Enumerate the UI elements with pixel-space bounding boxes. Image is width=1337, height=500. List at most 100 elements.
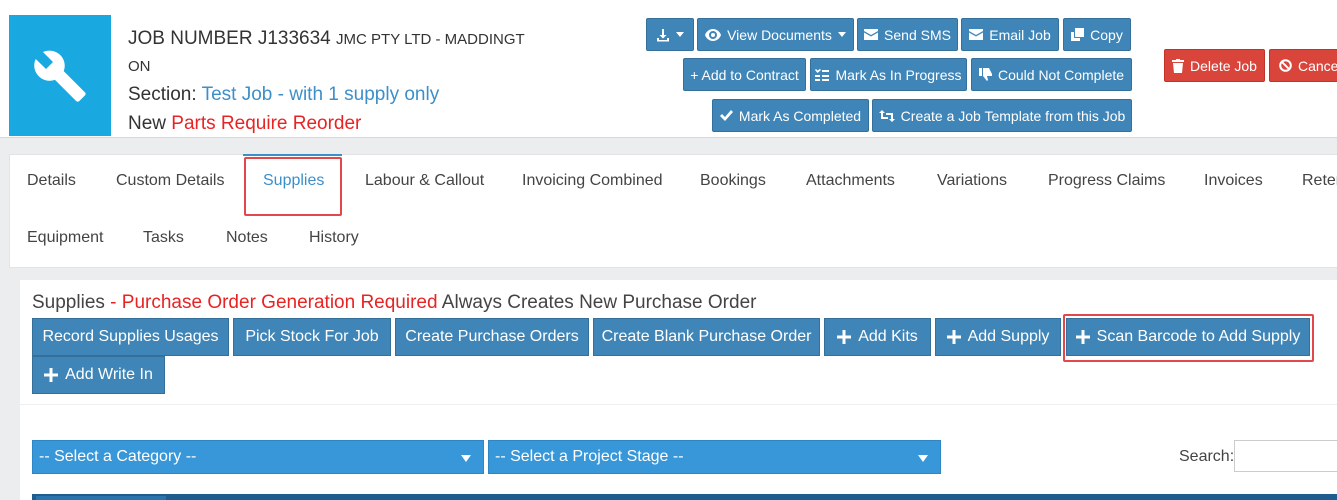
view-documents-label: View Documents	[727, 26, 832, 43]
tab-custom-details[interactable]: Custom Details	[116, 172, 224, 190]
job-header: JOB NUMBER J133634 JMC PTY LTD - MADDING…	[0, 0, 1337, 138]
project-stage-select[interactable]: -- Select a Project Stage --	[488, 440, 941, 474]
tab-supplies[interactable]: Supplies	[263, 172, 324, 190]
caret-down-icon	[676, 32, 684, 37]
job-company: JMC PTY LTD - MADDINGT	[336, 31, 525, 48]
supplies-table-header	[32, 494, 1337, 500]
delete-job-label: Delete Job	[1190, 57, 1257, 74]
status-value: Parts Require Reorder	[171, 113, 362, 134]
job-section: Section: Test Job - with 1 supply only	[128, 80, 548, 109]
section-link[interactable]: Test Job - with 1 supply only	[202, 84, 440, 105]
tab-retentions[interactable]: Reten	[1302, 172, 1337, 190]
send-sms-button[interactable]: Send SMS	[857, 18, 958, 51]
tab-history[interactable]: History	[309, 229, 359, 247]
tab-attachments[interactable]: Attachments	[806, 172, 895, 190]
search-label: Search:	[1179, 448, 1235, 465]
create-pos-label: Create Purchase Orders	[405, 328, 579, 345]
table-header-cell	[36, 496, 166, 500]
tab-invoices[interactable]: Invoices	[1204, 172, 1263, 190]
record-usages-label: Record Supplies Usages	[42, 328, 219, 345]
retweet-icon	[878, 109, 895, 122]
caret-down-icon	[837, 32, 846, 37]
list-check-icon	[815, 68, 830, 81]
section-label: Section:	[128, 84, 197, 105]
envelope-icon	[969, 29, 984, 40]
tab-tasks[interactable]: Tasks	[143, 229, 184, 247]
envelope-icon	[864, 29, 879, 40]
mark-completed-label: Mark As Completed	[738, 107, 862, 124]
active-tab-indicator	[243, 154, 342, 156]
ban-icon	[1279, 59, 1292, 72]
add-to-contract-button[interactable]: + Add to Contract	[683, 58, 806, 91]
tab-invoicing-combined[interactable]: Invoicing Combined	[522, 172, 663, 190]
add-kits-label: Add Kits	[858, 328, 918, 345]
download-dropdown-button[interactable]	[646, 18, 694, 51]
add-to-contract-label: + Add to Contract	[690, 66, 799, 83]
cancel-label: Cancel	[1298, 57, 1337, 74]
copy-button[interactable]: Copy	[1063, 18, 1131, 51]
could-not-complete-button[interactable]: Could Not Complete	[971, 58, 1132, 91]
pick-stock-label: Pick Stock For Job	[245, 328, 379, 345]
scan-barcode-button[interactable]: Scan Barcode to Add Supply	[1066, 318, 1310, 356]
add-supply-label: Add Supply	[967, 328, 1050, 345]
send-sms-label: Send SMS	[884, 26, 951, 43]
supplies-note: Always Creates New Purchase Order	[441, 292, 757, 313]
create-job-template-label: Create a Job Template from this Job	[900, 107, 1126, 124]
tab-bookings[interactable]: Bookings	[700, 172, 766, 190]
plus-icon	[946, 330, 961, 344]
job-company-cont: ON	[128, 58, 151, 75]
tab-labour-callout[interactable]: Labour & Callout	[365, 172, 484, 190]
status-label: New	[128, 113, 167, 134]
scan-barcode-label: Scan Barcode to Add Supply	[1096, 328, 1301, 345]
cancel-button[interactable]: Cancel	[1269, 49, 1337, 82]
caret-down-icon	[461, 455, 471, 462]
tab-notes[interactable]: Notes	[226, 229, 268, 247]
mark-completed-button[interactable]: Mark As Completed	[712, 99, 869, 132]
category-select[interactable]: -- Select a Category --	[32, 440, 484, 474]
add-write-in-button[interactable]: Add Write In	[32, 356, 165, 394]
plus-icon	[1075, 330, 1090, 344]
add-write-in-label: Add Write In	[65, 366, 153, 383]
job-page: JOB NUMBER J133634 JMC PTY LTD - MADDING…	[0, 0, 1337, 500]
email-job-button[interactable]: Email Job	[961, 18, 1059, 51]
email-job-label: Email Job	[989, 26, 1051, 43]
thumbs-down-icon	[978, 68, 992, 81]
tab-variations[interactable]: Variations	[937, 172, 1007, 190]
supplies-title: Supplies	[32, 292, 105, 313]
create-blank-po-button[interactable]: Create Blank Purchase Order	[593, 318, 820, 356]
divider	[20, 404, 1337, 405]
delete-job-button[interactable]: Delete Job	[1164, 49, 1265, 82]
add-supply-button[interactable]: Add Supply	[935, 318, 1061, 356]
tab-details[interactable]: Details	[27, 172, 76, 190]
job-number: JOB NUMBER J133634	[128, 28, 331, 49]
trash-icon	[1172, 58, 1185, 73]
could-not-complete-label: Could Not Complete	[997, 66, 1125, 83]
create-job-template-button[interactable]: Create a Job Template from this Job	[872, 99, 1132, 132]
download-icon	[657, 28, 669, 41]
plus-icon	[44, 368, 59, 382]
job-status: New Parts Require Reorder	[128, 109, 548, 138]
check-icon	[719, 110, 733, 121]
eye-icon	[705, 28, 722, 41]
create-blank-po-label: Create Blank Purchase Order	[601, 328, 812, 345]
pick-stock-button[interactable]: Pick Stock For Job	[233, 318, 391, 356]
caret-down-icon	[918, 455, 928, 462]
view-documents-button[interactable]: View Documents	[697, 18, 854, 51]
wrench-icon	[9, 15, 111, 136]
plus-icon	[837, 330, 852, 344]
record-supplies-usages-button[interactable]: Record Supplies Usages	[32, 318, 229, 356]
job-info: JOB NUMBER J133634 JMC PTY LTD - MADDING…	[128, 25, 548, 138]
supplies-heading: Supplies - Purchase Order Generation Req…	[32, 292, 756, 314]
tab-progress-claims[interactable]: Progress Claims	[1048, 172, 1165, 190]
create-purchase-orders-button[interactable]: Create Purchase Orders	[395, 318, 589, 356]
tab-equipment[interactable]: Equipment	[27, 229, 104, 247]
mark-in-progress-label: Mark As In Progress	[835, 66, 962, 83]
copy-icon	[1071, 28, 1085, 41]
mark-in-progress-button[interactable]: Mark As In Progress	[810, 58, 967, 91]
project-stage-select-value: -- Select a Project Stage --	[495, 448, 684, 465]
job-title: JOB NUMBER J133634 JMC PTY LTD - MADDING…	[128, 25, 548, 54]
search-input[interactable]	[1234, 440, 1337, 472]
category-select-value: -- Select a Category --	[39, 448, 197, 465]
add-kits-button[interactable]: Add Kits	[824, 318, 931, 356]
supplies-warning: - Purchase Order Generation Required	[110, 292, 438, 313]
